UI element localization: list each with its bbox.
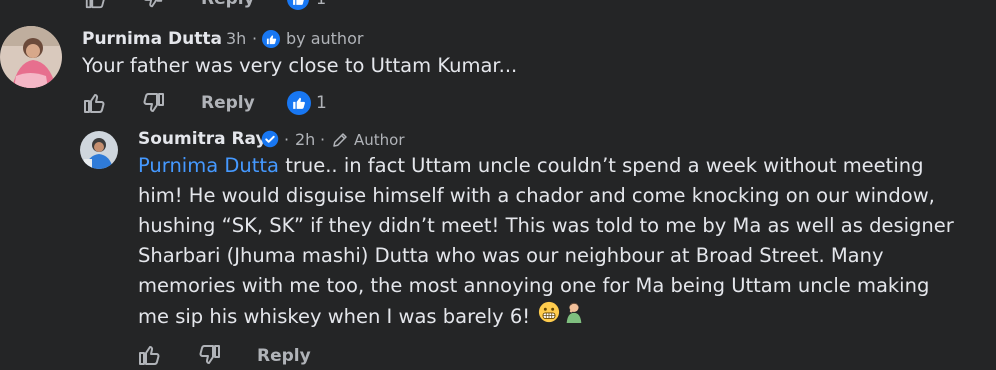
like-icon[interactable] (84, 0, 106, 10)
avatar[interactable] (0, 26, 62, 88)
dislike-icon[interactable] (198, 343, 222, 367)
reply-text-line-5: memories with me too, the most annoying … (138, 274, 930, 297)
reply-time[interactable]: 2h (295, 130, 315, 149)
reply-author[interactable]: Soumitra Ray (138, 129, 267, 149)
person-facepalming-emoji-icon (563, 301, 585, 332)
reply-text: Purnima Dutta true.. in fact Uttam uncle… (138, 151, 968, 332)
dislike-icon[interactable] (142, 0, 164, 10)
reply-button[interactable]: Reply (201, 0, 255, 9)
comment-author[interactable]: Purnima Dutta (82, 29, 222, 49)
reply-button[interactable]: Reply (201, 93, 255, 113)
reaction-count[interactable]: 1 (316, 93, 327, 113)
reply-text-line-1: Purnima Dutta true.. in fact Uttam uncle… (138, 154, 924, 177)
reply-text-line-6: me sip his whiskey when I was barely 6! (138, 301, 968, 332)
like-icon[interactable] (82, 91, 106, 115)
reply-text-line-4: Sharbari (Jhuma mashi) Dutta who was our… (138, 244, 884, 267)
like-reaction-icon (287, 0, 309, 10)
reply-text-line-2: him! He would disguise himself with a ch… (138, 184, 935, 207)
reply-dot: · (284, 130, 290, 149)
pencil-icon (331, 131, 349, 149)
liked-by-author-label: by author (286, 29, 364, 48)
comment-text: Your father was very close to Uttam Kuma… (82, 54, 518, 77)
reply-button[interactable]: Reply (257, 346, 311, 366)
reply-text-line-3: hushing “SK, SK” if they didn’t meet! Th… (138, 214, 954, 237)
reaction-count[interactable]: 1 (316, 0, 326, 8)
mention-link[interactable]: Purnima Dutta (138, 154, 279, 177)
comment-time[interactable]: 3h (226, 29, 246, 48)
comment-dot: · (216, 29, 222, 48)
grimacing-emoji-icon (538, 301, 560, 332)
dislike-icon[interactable] (142, 91, 166, 115)
verified-badge-icon (261, 130, 279, 148)
avatar[interactable] (80, 131, 118, 169)
reply-dot-2: · (320, 130, 326, 149)
liked-by-author-icon (262, 30, 280, 48)
comment-dot-2: · (252, 29, 258, 48)
author-badge: Author (354, 131, 405, 149)
like-icon[interactable] (137, 343, 161, 367)
like-reaction-icon (287, 91, 311, 115)
